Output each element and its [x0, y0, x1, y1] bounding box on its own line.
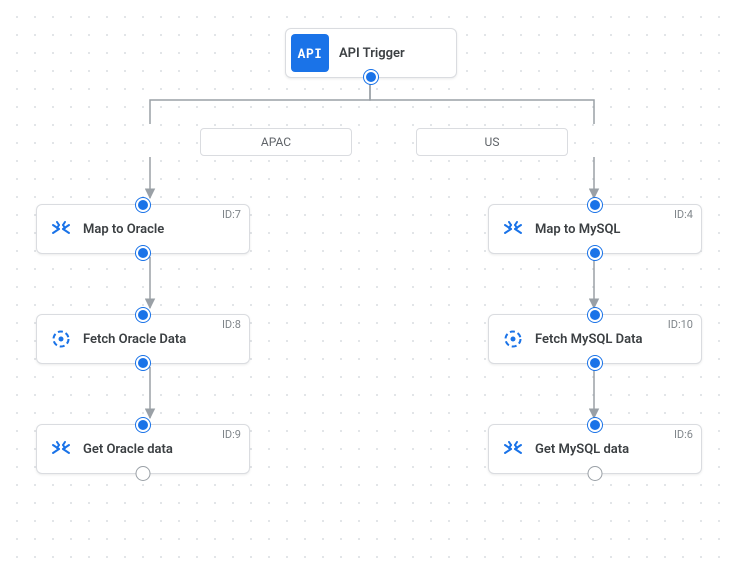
- node-fetch-mysql-data[interactable]: Fetch MySQL Data ID:10: [488, 314, 702, 364]
- node-label: Map to MySQL: [525, 222, 620, 237]
- node-id: ID:10: [668, 318, 693, 331]
- node-label: Get MySQL data: [525, 442, 629, 457]
- port-out-empty[interactable]: [589, 467, 602, 480]
- node-api-trigger[interactable]: API API Trigger: [285, 28, 457, 78]
- connector-icon: [49, 327, 73, 351]
- connector-icon: [501, 327, 525, 351]
- branch-label-us[interactable]: US: [416, 128, 568, 156]
- node-label: Fetch MySQL Data: [525, 332, 642, 347]
- node-id: ID:8: [222, 318, 241, 331]
- port-in[interactable]: [136, 418, 150, 432]
- connector-layer: [0, 0, 735, 569]
- node-id: ID:4: [674, 208, 693, 221]
- node-label: API Trigger: [329, 46, 405, 61]
- node-fetch-oracle-data[interactable]: Fetch Oracle Data ID:8: [36, 314, 250, 364]
- node-id: ID:7: [222, 208, 241, 221]
- data-mapping-icon: [49, 217, 73, 241]
- node-get-mysql-data[interactable]: Get MySQL data ID:6: [488, 424, 702, 474]
- port-in[interactable]: [588, 198, 602, 212]
- node-label: Map to Oracle: [73, 222, 164, 237]
- port-in[interactable]: [136, 198, 150, 212]
- node-map-to-oracle[interactable]: Map to Oracle ID:7: [36, 204, 250, 254]
- api-icon: API: [291, 34, 329, 72]
- data-mapping-icon: [49, 437, 73, 461]
- port-in[interactable]: [588, 308, 602, 322]
- port-out[interactable]: [364, 70, 378, 84]
- port-out[interactable]: [136, 356, 150, 370]
- port-out[interactable]: [588, 246, 602, 260]
- node-id: ID:9: [222, 428, 241, 441]
- data-mapping-icon: [501, 437, 525, 461]
- port-out[interactable]: [588, 356, 602, 370]
- data-mapping-icon: [501, 217, 525, 241]
- branch-label-apac[interactable]: APAC: [200, 128, 352, 156]
- port-out[interactable]: [136, 246, 150, 260]
- port-in[interactable]: [136, 308, 150, 322]
- node-label: Fetch Oracle Data: [73, 332, 186, 347]
- flow-canvas[interactable]: API API Trigger APAC US Map to Oracle ID…: [0, 0, 735, 569]
- port-out-empty[interactable]: [137, 467, 150, 480]
- node-id: ID:6: [674, 428, 693, 441]
- node-get-oracle-data[interactable]: Get Oracle data ID:9: [36, 424, 250, 474]
- node-map-to-mysql[interactable]: Map to MySQL ID:4: [488, 204, 702, 254]
- node-label: Get Oracle data: [73, 442, 173, 457]
- port-in[interactable]: [588, 418, 602, 432]
